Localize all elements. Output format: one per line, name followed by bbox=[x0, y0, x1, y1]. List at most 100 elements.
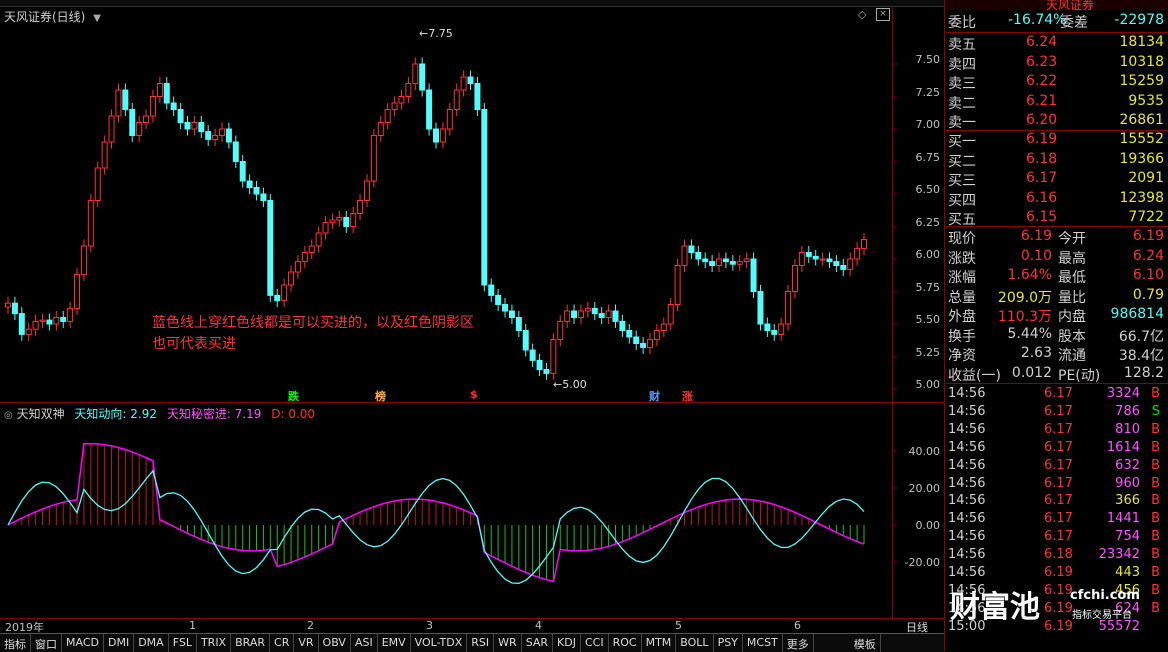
indicator-tab[interactable]: VOL-TDX bbox=[411, 634, 468, 652]
tick-time: 14:56 bbox=[948, 386, 986, 401]
chevron-down-icon[interactable]: ▼ bbox=[93, 13, 101, 24]
candle-body bbox=[729, 261, 736, 265]
indicator-tab[interactable]: EMV bbox=[378, 634, 411, 652]
tick-price: 6.17 bbox=[1044, 511, 1073, 527]
tick-time: 14:56 bbox=[948, 421, 986, 437]
date-tick: 3 bbox=[426, 619, 433, 632]
candle-body bbox=[481, 109, 488, 286]
tick-volume: 810 bbox=[1115, 421, 1140, 437]
candle-body bbox=[398, 96, 405, 104]
candle-body bbox=[239, 161, 246, 182]
quote-header: 天风证券 bbox=[946, 0, 1168, 10]
tick-price: 6.18 bbox=[1044, 547, 1073, 563]
indicator-tab[interactable]: MCST bbox=[743, 634, 783, 652]
indicator-tab[interactable]: VR bbox=[294, 634, 319, 652]
candle-body bbox=[205, 131, 212, 140]
price-chart-panel[interactable]: 天风证券(日线) ▼ ◇ × ←7.75 ←5.00 蓝色线上穿红色线都是可以买… bbox=[0, 6, 944, 403]
price-tick: 7.00 bbox=[915, 118, 941, 131]
candle-body bbox=[67, 307, 74, 322]
level-price: 6.24 bbox=[1026, 34, 1058, 50]
wc-label: 委差 bbox=[1060, 15, 1088, 31]
candle-body bbox=[53, 317, 60, 325]
indicator-tab[interactable]: KDJ bbox=[553, 634, 581, 652]
strategy-annotation: 蓝色线上穿红色线都是可以买进的，以及红色阴影区 也可代表买进 bbox=[152, 313, 474, 355]
candle-body bbox=[101, 141, 108, 169]
indicator-tab[interactable]: OBV bbox=[319, 634, 351, 652]
chart-title-text: 天风证券(日线) bbox=[4, 10, 86, 24]
candle-body bbox=[757, 291, 764, 325]
close-icon[interactable]: × bbox=[876, 8, 890, 21]
candle-body bbox=[626, 330, 633, 338]
stat-row: 外盘 110.3万 内盘 986814 bbox=[946, 306, 1166, 325]
indicator-tab[interactable]: FSL bbox=[169, 634, 197, 652]
indicator-tab[interactable]: WR bbox=[494, 634, 522, 652]
price-tick: 5.50 bbox=[915, 313, 941, 326]
price-tick: 6.25 bbox=[915, 216, 941, 229]
candle-body bbox=[791, 265, 798, 292]
signal-marker-die: 跌 bbox=[288, 390, 299, 403]
tick-side: B bbox=[1151, 386, 1160, 401]
indicator-tab[interactable]: 模板 bbox=[850, 634, 881, 652]
tick-row: 14:56 6.17 754 B bbox=[946, 529, 1166, 547]
candle-body bbox=[363, 180, 370, 201]
indicator-title: ◎ 天知双神 天知动向: 2.92 天知秘密进: 7.19 D: 0.00 bbox=[4, 405, 315, 422]
indicator-tab[interactable]: SAR bbox=[522, 634, 554, 652]
tick-row: 14:56 6.19 443 B bbox=[946, 565, 1166, 583]
tick-volume: 754 bbox=[1115, 529, 1140, 545]
stat-value: 5.44% bbox=[1007, 325, 1052, 342]
indicator-tab[interactable]: MACD bbox=[62, 634, 104, 652]
indicator-tab[interactable]: BRAR bbox=[231, 634, 271, 652]
stat-label: 总量 bbox=[948, 289, 976, 306]
indicator-tab[interactable]: CR bbox=[270, 634, 295, 652]
indicator-tab[interactable]: 更多 bbox=[783, 634, 814, 652]
indicator-tab[interactable]: MTM bbox=[642, 634, 677, 652]
candle-body bbox=[550, 339, 557, 374]
indicator-tab[interactable]: DMI bbox=[104, 634, 135, 652]
level-volume: 12398 bbox=[1119, 189, 1164, 206]
tick-time: 14:56 bbox=[948, 511, 986, 527]
signal-marker-zhang: 涨 bbox=[682, 390, 693, 403]
watermark-logo: 财富池 bbox=[950, 590, 1040, 625]
indicator-tab[interactable]: CCI bbox=[581, 634, 609, 652]
candle-body bbox=[688, 245, 695, 253]
tick-price: 6.17 bbox=[1044, 475, 1073, 491]
indicator-tab[interactable]: ROC bbox=[609, 634, 642, 652]
tick-side: B bbox=[1151, 457, 1160, 473]
indicator-tab[interactable]: 指标 bbox=[0, 634, 31, 652]
tick-time: 14:56 bbox=[948, 475, 986, 491]
candle-body bbox=[122, 89, 129, 110]
tick-side: B bbox=[1151, 493, 1160, 509]
candle-body bbox=[426, 89, 433, 130]
diamond-icon[interactable]: ◇ bbox=[858, 8, 866, 21]
tick-volume: 3324 bbox=[1106, 386, 1140, 401]
candle-body bbox=[163, 83, 170, 104]
candle-body bbox=[156, 83, 163, 97]
indicator-panel[interactable]: ◎ 天知双神 天知动向: 2.92 天知秘密进: 7.19 D: 0.00 40… bbox=[0, 403, 944, 618]
annotation-line-1: 蓝色线上穿红色线都是可以买进的，以及红色阴影区 bbox=[152, 315, 474, 331]
stat-label: 量比 bbox=[1058, 289, 1086, 306]
candle-body bbox=[267, 200, 274, 296]
indicator-tab[interactable]: DMA bbox=[134, 634, 169, 652]
signal-marker-dollar: $ bbox=[470, 388, 478, 401]
level-label: 卖四 bbox=[948, 56, 976, 73]
indicator-chart[interactable] bbox=[0, 403, 944, 618]
candle-body bbox=[577, 310, 584, 318]
candle-body bbox=[453, 89, 460, 110]
indicator-tab[interactable]: TRIX bbox=[197, 634, 232, 652]
stat-label: 现价 bbox=[948, 231, 976, 247]
level-label: 买四 bbox=[948, 192, 976, 209]
indicator-tab[interactable]: RSI bbox=[467, 634, 495, 652]
indicator-tab[interactable]: ASI bbox=[351, 634, 378, 652]
candle-body bbox=[619, 320, 626, 331]
indicator-tab[interactable]: BOLL bbox=[676, 634, 714, 652]
divider bbox=[946, 226, 1168, 227]
indicator-tab[interactable]: PSY bbox=[714, 634, 743, 652]
stat-value: 38.4亿 bbox=[1118, 348, 1164, 364]
candle-body bbox=[826, 258, 833, 263]
candle-body bbox=[495, 294, 502, 305]
watermark-sub: 指标交易平台 bbox=[1072, 610, 1132, 621]
indicator-tab[interactable]: 窗口 bbox=[31, 634, 62, 652]
gear-icon[interactable]: ◎ bbox=[4, 410, 13, 421]
candle-body bbox=[391, 102, 398, 110]
bids-row: 买一 6.19 15552 bbox=[946, 131, 1166, 150]
